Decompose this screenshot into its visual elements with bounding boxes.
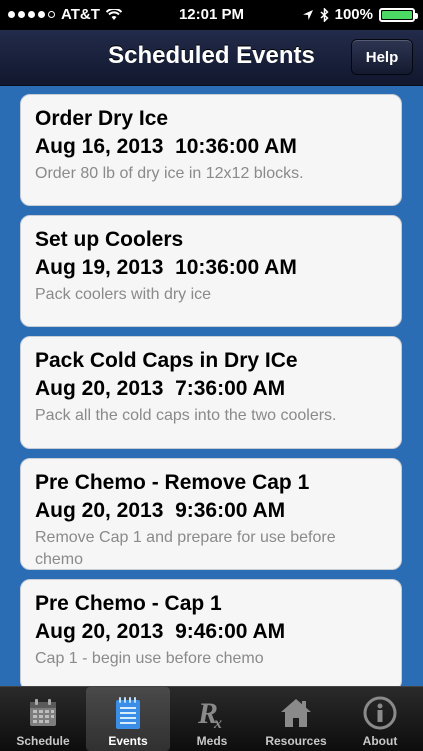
tab-label: Resources — [265, 734, 327, 748]
house-icon — [278, 694, 314, 732]
status-bar: AT&T 12:01 PM 100% — [0, 0, 423, 30]
location-arrow-icon — [302, 9, 313, 20]
event-card[interactable]: Pack Cold Caps in Dry ICe Aug 20, 2013 7… — [20, 336, 402, 449]
event-title: Set up Coolers — [35, 228, 184, 251]
tab-label: Meds — [196, 734, 228, 748]
event-datetime: Aug 20, 2013 7:36:00 AM — [35, 377, 286, 400]
event-title: Order Dry Ice — [35, 107, 169, 130]
event-card[interactable]: Order Dry Ice Aug 16, 2013 10:36:00 AM O… — [20, 94, 402, 206]
help-button[interactable]: Help — [351, 39, 413, 75]
event-title: Pre Chemo - Remove Cap 1 — [35, 471, 310, 494]
event-card[interactable]: Pre Chemo - Remove Cap 1 Aug 20, 2013 9:… — [20, 458, 402, 570]
event-description: Cap 1 - begin use before chemo — [35, 650, 264, 667]
tab-label: Events — [108, 734, 148, 748]
event-datetime: Aug 20, 2013 9:46:00 AM — [35, 620, 286, 643]
calendar-icon — [25, 694, 61, 732]
tab-events[interactable]: Events — [86, 687, 170, 751]
event-title: Pack Cold Caps in Dry ICe — [35, 349, 298, 372]
events-list[interactable]: Order Dry Ice Aug 16, 2013 10:36:00 AM O… — [0, 86, 423, 686]
event-title: Pre Chemo - Cap 1 — [35, 592, 222, 615]
tab-resources[interactable]: Resources — [254, 687, 338, 751]
tab-label: Schedule — [16, 734, 70, 748]
navigation-bar: Scheduled Events Help — [0, 30, 423, 86]
svg-text:x: x — [213, 715, 222, 731]
tab-about[interactable]: About — [338, 687, 422, 751]
tab-schedule[interactable]: Schedule — [1, 687, 85, 751]
event-datetime: Aug 20, 2013 9:36:00 AM — [35, 499, 286, 522]
tab-meds[interactable]: R x Meds — [170, 687, 254, 751]
tab-label: About — [362, 734, 398, 748]
battery-icon — [379, 7, 418, 22]
event-datetime: Aug 16, 2013 10:36:00 AM — [35, 135, 297, 158]
battery-percent: 100% — [334, 6, 373, 23]
status-right: 100% — [302, 6, 418, 23]
event-description: Order 80 lb of dry ice in 12x12 blocks. — [35, 165, 304, 182]
event-description: Pack all the cold caps into the two cool… — [35, 407, 337, 424]
event-description: Pack coolers with dry ice — [35, 286, 212, 303]
tab-bar: Schedule Events R x Meds Resources About — [0, 686, 423, 751]
event-card[interactable]: Pre Chemo - Cap 1 Aug 20, 2013 9:46:00 A… — [20, 579, 402, 686]
info-icon — [362, 694, 398, 732]
event-datetime: Aug 19, 2013 10:36:00 AM — [35, 256, 297, 279]
bluetooth-icon — [320, 7, 329, 22]
rx-icon: R x — [194, 694, 230, 732]
notepad-icon — [110, 694, 146, 732]
event-description: Remove Cap 1 and prepare for use before … — [35, 529, 336, 568]
event-card[interactable]: Set up Coolers Aug 19, 2013 10:36:00 AM … — [20, 215, 402, 327]
